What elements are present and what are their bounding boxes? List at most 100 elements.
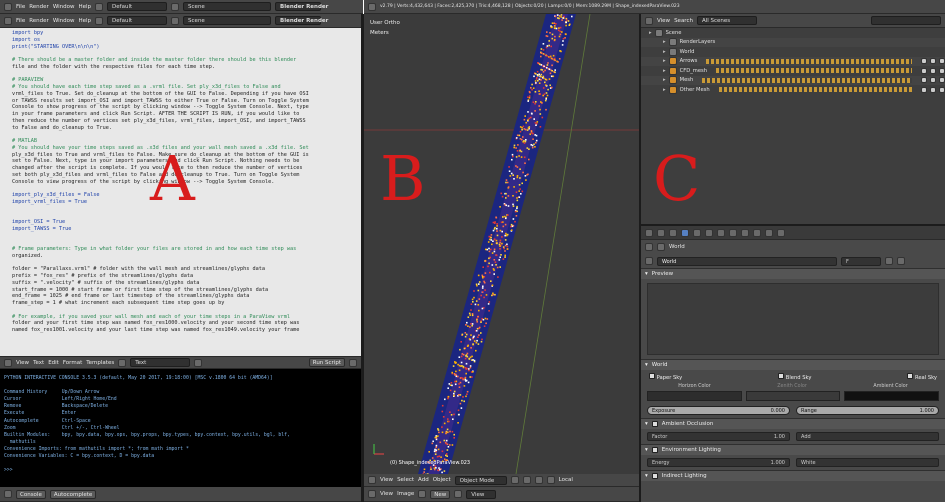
menu-object[interactable]: Object xyxy=(433,477,451,483)
visibility-eye-icon[interactable] xyxy=(921,77,927,84)
layout-dropdown[interactable]: Default xyxy=(107,16,168,25)
outliner-item[interactable]: ▸ CFD_mesh xyxy=(641,66,945,76)
image-browse-icon[interactable] xyxy=(418,490,427,498)
render-engine-dropdown[interactable]: Blender Render xyxy=(275,2,328,11)
outliner-item[interactable]: ▸ RenderLayers xyxy=(641,37,945,47)
menu-view[interactable]: View xyxy=(16,360,29,366)
manipulator-icon[interactable] xyxy=(534,476,543,484)
expand-arrow-icon[interactable]: ▸ xyxy=(663,87,666,93)
menu-format[interactable]: Format xyxy=(63,360,82,366)
image-view-dropdown[interactable]: View xyxy=(466,489,497,499)
menu-select[interactable]: Select xyxy=(397,477,414,483)
menu-templates[interactable]: Templates xyxy=(86,360,114,366)
scene-dropdown[interactable]: Scene xyxy=(183,16,272,25)
world-panel-header[interactable]: ▾ World xyxy=(641,359,945,370)
environment-lighting-panel-header[interactable]: ▾ Environment Lighting xyxy=(641,444,945,455)
world-tab-icon[interactable] xyxy=(681,228,689,237)
constraints-tab-icon[interactable] xyxy=(705,228,713,237)
menu-add[interactable]: Add xyxy=(418,477,429,483)
editor-type-icon[interactable] xyxy=(4,490,12,498)
outliner-item[interactable]: ▸ Scene xyxy=(641,28,945,38)
menu-image[interactable]: Image xyxy=(397,491,414,497)
menu-file[interactable]: File xyxy=(16,4,25,10)
menu-view[interactable]: View xyxy=(380,477,393,483)
render-camera-icon[interactable] xyxy=(939,67,945,74)
python-console[interactable]: PYTHON INTERACTIVE CONSOLE 3.5.3 (defaul… xyxy=(0,369,361,487)
layers-icon[interactable] xyxy=(546,476,555,484)
indirect-lighting-checkbox[interactable] xyxy=(651,473,658,479)
outliner-item[interactable]: ▸ Arrows xyxy=(641,56,945,66)
menu-file[interactable]: File xyxy=(16,18,25,24)
local-label[interactable]: Local xyxy=(559,477,573,483)
screen-layout-icon[interactable] xyxy=(95,2,104,11)
menu-window[interactable]: Window xyxy=(53,4,75,10)
real-sky-checkbox[interactable]: Real Sky xyxy=(907,373,937,381)
environment-lighting-checkbox[interactable] xyxy=(651,447,658,453)
world-users-field[interactable]: F xyxy=(841,256,881,266)
line-numbers-icon[interactable] xyxy=(349,358,357,367)
visibility-eye-icon[interactable] xyxy=(921,58,927,65)
new-image-button[interactable]: New xyxy=(430,489,451,499)
editor-type-icon[interactable] xyxy=(368,490,376,498)
expand-arrow-icon[interactable]: ▸ xyxy=(663,39,666,45)
object-tab-icon[interactable] xyxy=(693,228,701,237)
render-engine-dropdown[interactable]: Blender Render xyxy=(275,16,328,25)
expand-arrow-icon[interactable]: ▸ xyxy=(663,68,666,74)
horizon-color-swatch[interactable] xyxy=(647,391,742,401)
selectable-arrow-icon[interactable] xyxy=(930,77,936,84)
text-browse-icon[interactable] xyxy=(118,358,127,367)
open-icon[interactable] xyxy=(454,490,463,498)
selectable-arrow-icon[interactable] xyxy=(930,86,936,93)
render-camera-icon[interactable] xyxy=(939,86,945,93)
render-camera-icon[interactable] xyxy=(939,58,945,65)
menu-search[interactable]: Search xyxy=(674,18,693,24)
energy-field[interactable]: Energy 1.000 xyxy=(647,458,790,467)
display-mode-dropdown[interactable]: All Scenes xyxy=(696,16,757,25)
menu-window[interactable]: Window xyxy=(53,18,75,24)
expand-arrow-icon[interactable]: ▸ xyxy=(649,30,652,36)
material-tab-icon[interactable] xyxy=(741,228,749,237)
blender-logo-icon[interactable] xyxy=(4,16,12,25)
screen-layout-icon[interactable] xyxy=(95,16,104,25)
physics-tab-icon[interactable] xyxy=(777,228,785,237)
indirect-lighting-panel-header[interactable]: ▾ Indirect Lighting xyxy=(641,470,945,481)
pivot-icon[interactable] xyxy=(522,476,531,484)
modifiers-tab-icon[interactable] xyxy=(717,228,725,237)
blend-sky-checkbox[interactable]: Blend Sky xyxy=(778,373,811,381)
blender-logo-icon[interactable] xyxy=(4,2,12,11)
scene-tab-icon[interactable] xyxy=(669,228,677,237)
menu-text[interactable]: Text xyxy=(33,360,44,366)
scene-icon[interactable] xyxy=(171,16,180,25)
render-tab-icon[interactable] xyxy=(645,228,653,237)
zenith-color-swatch[interactable] xyxy=(745,391,841,401)
editor-type-icon[interactable] xyxy=(4,358,12,367)
run-script-button[interactable]: Run Script xyxy=(308,358,345,367)
menu-edit[interactable]: Edit xyxy=(48,360,59,366)
world-name-field[interactable]: World xyxy=(657,256,837,266)
range-field[interactable]: Range 1.000 xyxy=(796,406,939,415)
outliner-search-input[interactable] xyxy=(871,16,941,25)
ambient-occlusion-checkbox[interactable] xyxy=(651,421,658,427)
visibility-eye-icon[interactable] xyxy=(921,86,927,93)
ao-blend-dropdown[interactable]: Add xyxy=(796,432,939,441)
visibility-eye-icon[interactable] xyxy=(921,67,927,74)
selectable-arrow-icon[interactable] xyxy=(930,67,936,74)
outliner-item[interactable]: ▸ Other Mesh xyxy=(641,85,945,95)
render-layers-tab-icon[interactable] xyxy=(657,228,665,237)
preview-panel-header[interactable]: ▾ Preview xyxy=(641,268,945,279)
expand-arrow-icon[interactable]: ▸ xyxy=(663,49,666,55)
editor-type-icon[interactable] xyxy=(368,476,376,484)
close-icon[interactable] xyxy=(897,257,905,265)
menu-help[interactable]: Help xyxy=(79,4,92,10)
ambient-occlusion-panel-header[interactable]: ▾ Ambient Occlusion xyxy=(641,418,945,429)
texture-tab-icon[interactable] xyxy=(753,228,761,237)
scene-dropdown[interactable]: Scene xyxy=(183,2,272,11)
ao-factor-field[interactable]: Factor 1.00 xyxy=(647,432,790,441)
expand-arrow-icon[interactable]: ▸ xyxy=(663,77,666,83)
mode-dropdown[interactable]: Object Mode xyxy=(454,475,507,485)
menu-render[interactable]: Render xyxy=(29,4,49,10)
menu-view[interactable]: View xyxy=(657,18,670,24)
close-icon[interactable] xyxy=(194,358,203,367)
expand-arrow-icon[interactable]: ▸ xyxy=(663,58,666,64)
3d-viewport[interactable]: User Ortho Meters (0) Shape_indexedParaV… xyxy=(364,14,639,474)
